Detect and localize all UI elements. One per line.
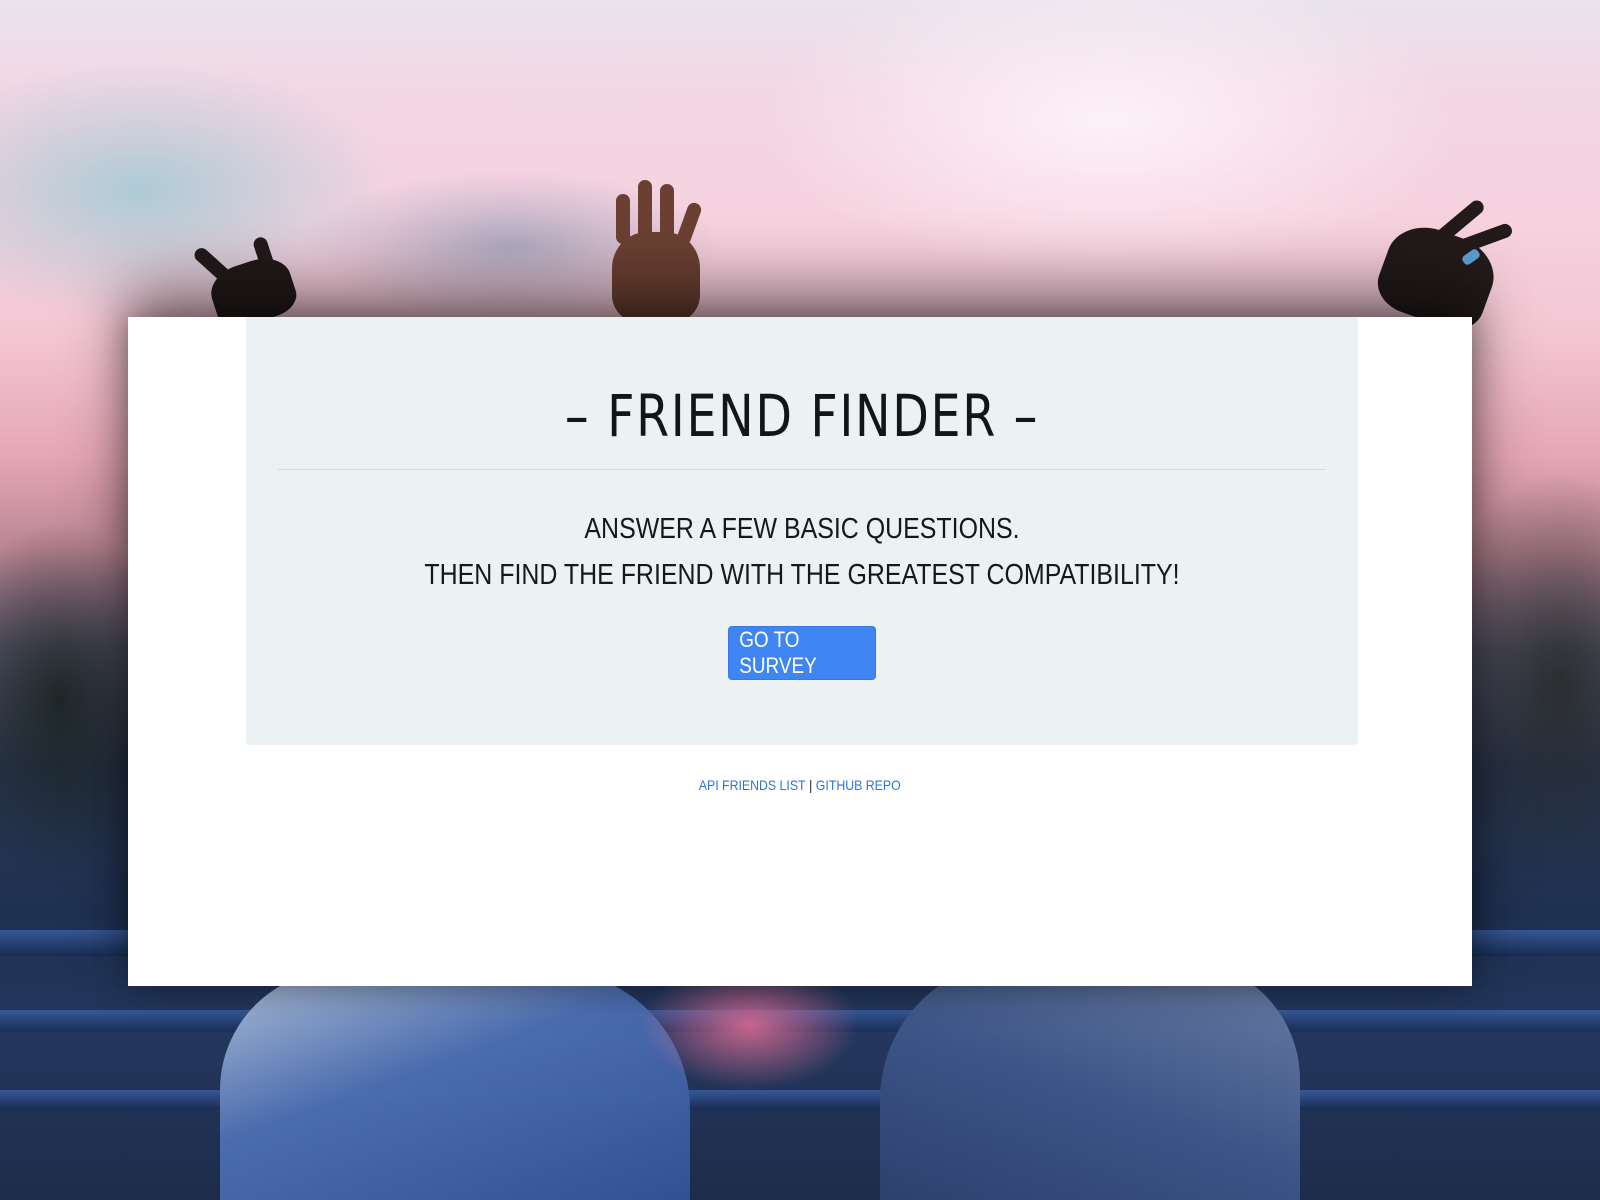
link-separator: | [809,777,813,793]
lead-text-line-1: ANSWER A FEW BASIC QUESTIONS. [584,513,1020,545]
page-title: – FRIEND FINDER – [564,382,1040,450]
footer-links: API FRIENDS LIST | GITHUB REPO [128,777,1472,793]
person-left [220,970,690,1200]
sky-cloud [760,0,1460,280]
go-to-survey-label: GO TO SURVEY [739,627,817,678]
divider [278,469,1326,470]
github-repo-link[interactable]: GITHUB REPO [816,777,901,793]
person-right [880,960,1300,1200]
browser-page: – FRIEND FINDER – ANSWER A FEW BASIC QUE… [128,317,1472,986]
raised-hand [612,180,704,322]
lead-text-line-2: THEN FIND THE FRIEND WITH THE GREATEST C… [424,559,1180,591]
jumbotron: – FRIEND FINDER – ANSWER A FEW BASIC QUE… [246,317,1358,745]
api-friends-list-link[interactable]: API FRIENDS LIST [699,777,806,793]
go-to-survey-button[interactable]: GO TO SURVEY [728,626,876,680]
